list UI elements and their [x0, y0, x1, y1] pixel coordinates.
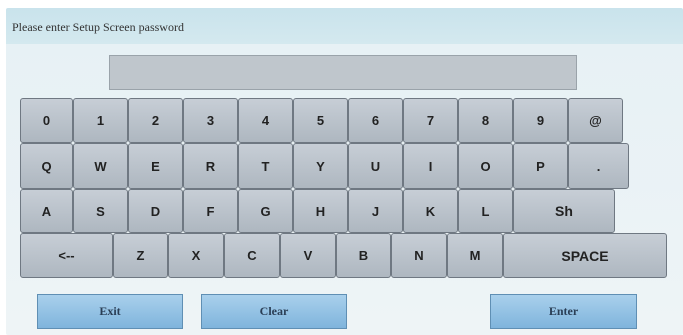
key-1[interactable]: 1 [73, 98, 128, 143]
key-c[interactable]: C [224, 233, 280, 278]
password-screen: Please enter Setup Screen password 0 1 2… [6, 8, 683, 335]
key-n[interactable]: N [391, 233, 447, 278]
key-k[interactable]: K [403, 189, 458, 233]
key-x[interactable]: X [168, 233, 224, 278]
key-5[interactable]: 5 [293, 98, 348, 143]
key-a[interactable]: A [20, 189, 73, 233]
key-v[interactable]: V [280, 233, 336, 278]
key-at[interactable]: @ [568, 98, 623, 143]
space-key[interactable]: SPACE [503, 233, 667, 278]
key-b[interactable]: B [336, 233, 391, 278]
key-t[interactable]: T [238, 143, 293, 189]
key-i[interactable]: I [403, 143, 458, 189]
key-p[interactable]: P [513, 143, 568, 189]
key-9[interactable]: 9 [513, 98, 568, 143]
key-f[interactable]: F [183, 189, 238, 233]
key-e[interactable]: E [128, 143, 183, 189]
key-q[interactable]: Q [20, 143, 73, 189]
key-g[interactable]: G [238, 189, 293, 233]
key-s[interactable]: S [73, 189, 128, 233]
key-h[interactable]: H [293, 189, 348, 233]
key-o[interactable]: O [458, 143, 513, 189]
key-w[interactable]: W [73, 143, 128, 189]
key-l[interactable]: L [458, 189, 513, 233]
key-u[interactable]: U [348, 143, 403, 189]
key-3[interactable]: 3 [183, 98, 238, 143]
key-4[interactable]: 4 [238, 98, 293, 143]
key-7[interactable]: 7 [403, 98, 458, 143]
key-j[interactable]: J [348, 189, 403, 233]
key-y[interactable]: Y [293, 143, 348, 189]
exit-button[interactable]: Exit [37, 294, 183, 329]
key-d[interactable]: D [128, 189, 183, 233]
clear-button[interactable]: Clear [201, 294, 347, 329]
password-input[interactable] [109, 55, 577, 90]
shift-key[interactable]: Sh [513, 189, 615, 233]
backspace-key[interactable]: <-- [20, 233, 113, 278]
key-2[interactable]: 2 [128, 98, 183, 143]
enter-button[interactable]: Enter [490, 294, 637, 329]
prompt-text: Please enter Setup Screen password [12, 20, 184, 34]
key-6[interactable]: 6 [348, 98, 403, 143]
key-m[interactable]: M [447, 233, 503, 278]
key-r[interactable]: R [183, 143, 238, 189]
key-0[interactable]: 0 [20, 98, 73, 143]
key-period[interactable]: . [568, 143, 629, 189]
key-z[interactable]: Z [113, 233, 168, 278]
key-8[interactable]: 8 [458, 98, 513, 143]
